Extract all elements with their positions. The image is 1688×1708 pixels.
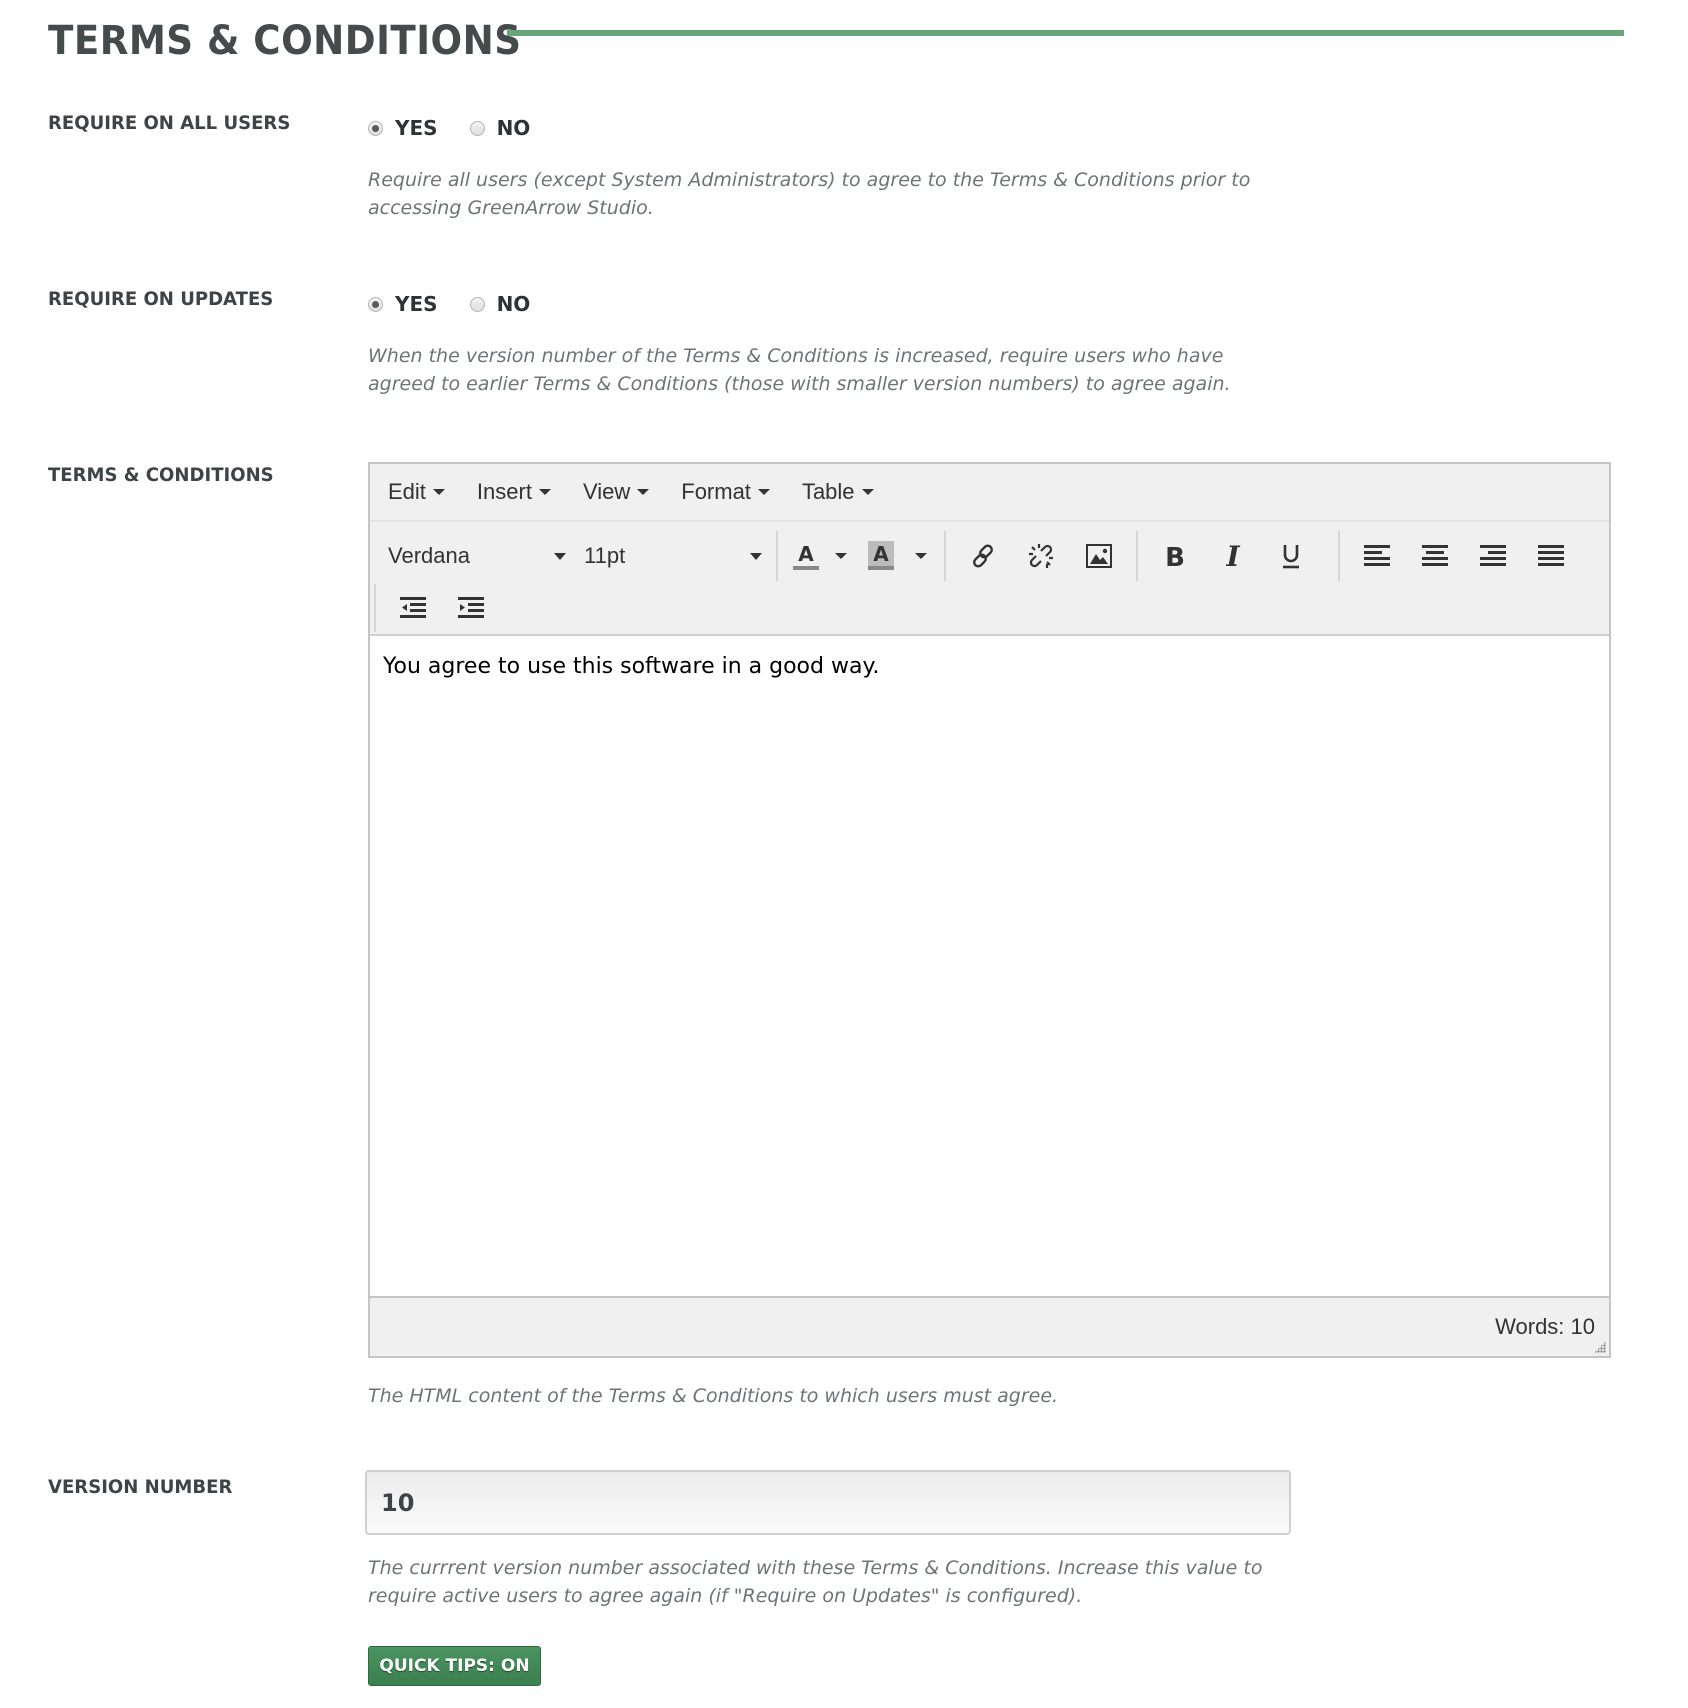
align-center-button[interactable] — [1406, 534, 1464, 578]
menu-label: Insert — [476, 479, 532, 504]
align-justify-button[interactable] — [1522, 534, 1580, 578]
background-color-button[interactable]: A — [856, 534, 906, 578]
toolbar-separator — [374, 584, 376, 632]
insert-image-button[interactable] — [1070, 534, 1128, 578]
editor-statusbar: Words: 10 — [370, 1298, 1609, 1356]
align-left-button[interactable] — [1348, 534, 1406, 578]
indent-button[interactable] — [442, 586, 500, 630]
chevron-down-icon — [915, 553, 927, 559]
insert-link-button[interactable] — [954, 534, 1012, 578]
text-color-dropdown[interactable] — [826, 534, 856, 578]
radio-label: NO — [496, 116, 531, 140]
bold-icon: B — [1165, 543, 1185, 570]
require-all-users-label: REQUIRE ON ALL USERS — [48, 112, 291, 134]
italic-icon: I — [1225, 542, 1240, 570]
italic-button[interactable]: I — [1204, 534, 1262, 578]
align-left-icon — [1364, 545, 1390, 566]
radio-label: NO — [496, 292, 531, 316]
require-on-updates-help: When the version number of the Terms & C… — [368, 345, 1231, 395]
toolbar-separator — [1338, 531, 1340, 581]
menu-edit[interactable]: Edit — [388, 479, 445, 505]
underline-button[interactable] — [1262, 534, 1320, 578]
menu-label: View — [582, 479, 631, 504]
editor-content-text[interactable]: You agree to use this software in a good… — [383, 654, 879, 679]
require-all-users-help: Require all users (except System Adminis… — [368, 169, 1251, 219]
menu-label: Table — [801, 479, 855, 504]
outdent-button[interactable] — [384, 586, 442, 630]
toolbar-separator — [944, 531, 946, 581]
chevron-down-icon — [750, 552, 762, 560]
svg-text:I: I — [1225, 542, 1240, 570]
remove-link-button[interactable] — [1012, 534, 1070, 578]
svg-text:B: B — [1165, 543, 1185, 570]
require-all-users-radio-group: YES NO — [368, 116, 562, 140]
align-justify-icon — [1538, 545, 1564, 566]
require-all-users-yes-radio[interactable]: YES — [368, 116, 438, 140]
radio-label: YES — [395, 116, 438, 140]
editor-menubar: Edit Insert View Format Table — [370, 464, 1609, 522]
editor-content-area[interactable]: You agree to use this software in a good… — [370, 636, 1609, 1298]
menu-label: Format — [681, 479, 751, 504]
toolbar-separator — [1136, 531, 1138, 581]
version-number-label: VERSION NUMBER — [48, 1476, 233, 1498]
svg-text:A: A — [873, 542, 889, 566]
menu-format[interactable]: Format — [681, 479, 770, 505]
require-on-updates-radio-group: YES NO — [368, 292, 562, 316]
require-all-users-no-radio[interactable]: NO — [469, 116, 531, 140]
font-family-value: Verdana — [388, 543, 470, 568]
require-on-updates-yes-radio[interactable]: YES — [368, 292, 438, 316]
link-icon — [973, 544, 993, 568]
terms-help: The HTML content of the Terms & Conditio… — [368, 1385, 1059, 1407]
page-title: TERMS & CONDITIONS — [48, 18, 522, 64]
version-number-help: The currrent version number associated w… — [368, 1557, 1263, 1607]
menu-table[interactable]: Table — [802, 479, 874, 505]
chevron-down-icon — [554, 552, 566, 560]
underline-icon — [1283, 545, 1299, 569]
toolbar-separator — [776, 531, 778, 581]
image-icon — [1086, 544, 1112, 568]
word-count: Words: 10 — [1495, 1314, 1595, 1339]
quick-tips-toggle-button[interactable]: QUICK TIPS: ON — [368, 1646, 541, 1686]
align-right-button[interactable] — [1464, 534, 1522, 578]
bold-button[interactable]: B — [1146, 534, 1204, 578]
background-color-dropdown[interactable] — [906, 534, 936, 578]
indent-icon — [458, 597, 484, 618]
align-right-icon — [1480, 545, 1506, 566]
require-on-updates-label: REQUIRE ON UPDATES — [48, 288, 274, 310]
svg-text:A: A — [798, 542, 814, 566]
font-size-select[interactable]: 11pt — [584, 543, 762, 569]
resize-handle-icon[interactable] — [1594, 1341, 1606, 1353]
radio-checked-icon[interactable] — [368, 120, 383, 136]
terms-label: TERMS & CONDITIONS — [48, 464, 274, 486]
radio-unchecked-icon[interactable] — [469, 120, 485, 136]
version-number-value: 10 — [381, 1488, 415, 1517]
version-number-input[interactable]: 10 — [365, 1470, 1291, 1535]
rich-text-editor: Edit Insert View Format Table Verdana 11… — [368, 462, 1611, 1358]
chevron-down-icon — [538, 489, 551, 495]
outdent-icon — [400, 597, 426, 618]
text-color-icon: A — [793, 542, 819, 570]
radio-unchecked-icon[interactable] — [469, 296, 485, 312]
menu-insert[interactable]: Insert — [477, 479, 551, 505]
radio-checked-icon[interactable] — [368, 296, 383, 312]
editor-toolbar: Verdana 11pt A A B I — [370, 522, 1609, 636]
chevron-down-icon — [757, 489, 770, 495]
radio-label: YES — [395, 292, 438, 316]
align-center-icon — [1422, 545, 1448, 566]
font-size-value: 11pt — [584, 543, 626, 568]
chevron-down-icon — [861, 489, 874, 495]
menu-label: Edit — [388, 479, 426, 504]
require-on-updates-no-radio[interactable]: NO — [469, 292, 531, 316]
chevron-down-icon — [637, 489, 650, 495]
chevron-down-icon — [432, 489, 445, 495]
title-divider — [507, 30, 1624, 36]
chevron-down-icon — [835, 553, 847, 559]
unlink-icon — [1029, 544, 1053, 568]
menu-view[interactable]: View — [582, 479, 650, 505]
background-color-icon: A — [868, 541, 894, 570]
font-family-select[interactable]: Verdana — [388, 543, 566, 569]
text-color-button[interactable]: A — [786, 534, 826, 578]
